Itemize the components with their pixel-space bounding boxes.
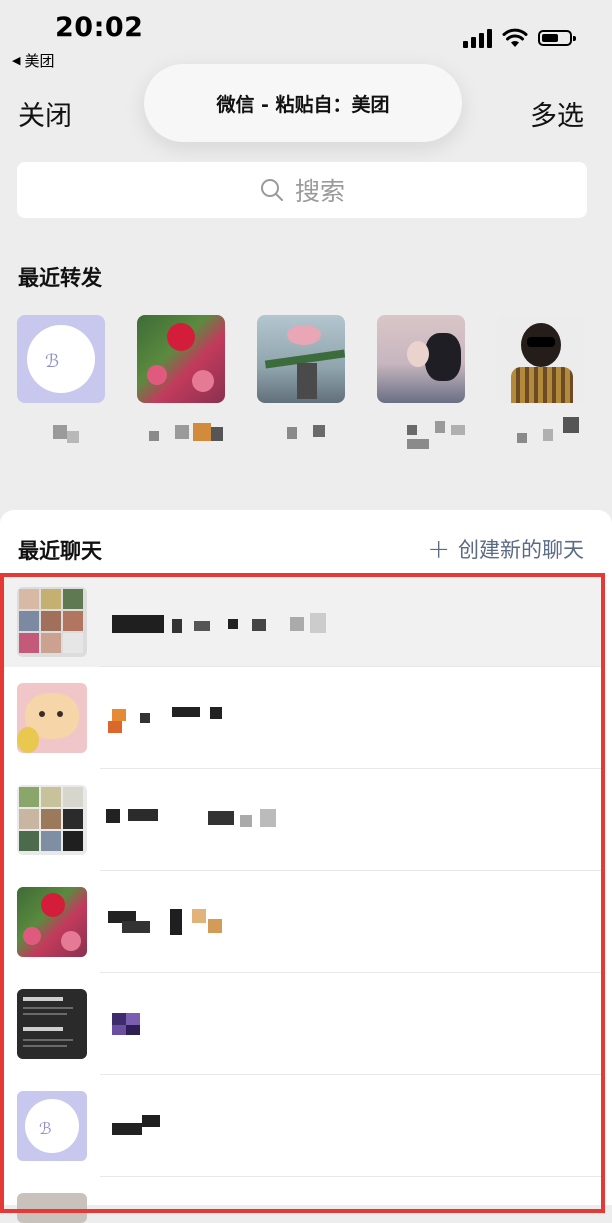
search-bar[interactable]: 搜索 <box>17 162 587 218</box>
create-new-chat-label: 创建新的聊天 <box>458 538 584 562</box>
avatar: ℬ <box>17 315 105 403</box>
avatar <box>17 785 87 855</box>
chat-row[interactable]: ℬ <box>4 1075 601 1177</box>
status-icons <box>463 28 576 48</box>
back-arrow-icon: ◀ <box>12 54 21 67</box>
avatar <box>17 683 87 753</box>
close-button[interactable]: 关闭 <box>18 94 72 133</box>
battery-level <box>542 34 558 42</box>
back-to-app-button[interactable]: ◀ 美团 <box>12 50 54 71</box>
avatar <box>17 587 87 657</box>
chat-row[interactable] <box>4 973 601 1075</box>
chat-row[interactable] <box>4 871 601 973</box>
recent-forward-item[interactable] <box>497 315 585 451</box>
avatar <box>17 887 87 957</box>
avatar <box>257 315 345 403</box>
chat-name-redacted <box>104 907 364 937</box>
paste-notice-banner: 微信 - 粘贴自：美团 <box>144 64 462 142</box>
chat-name-redacted <box>104 703 364 733</box>
avatar <box>17 1193 87 1223</box>
chat-row[interactable] <box>4 667 601 769</box>
search-icon <box>260 179 283 201</box>
chat-name-redacted <box>104 1009 364 1039</box>
contact-name-redacted <box>257 417 345 451</box>
multi-select-button[interactable]: 多选 <box>530 94 584 133</box>
avatar <box>377 315 465 403</box>
cellular-signal-icon <box>463 28 492 48</box>
create-new-chat-button[interactable]: + 创建新的聊天 <box>427 534 584 564</box>
recent-forward-item[interactable] <box>257 315 345 451</box>
contact-name-redacted <box>137 417 225 451</box>
chat-list: ℬ <box>4 577 601 1223</box>
avatar <box>17 989 87 1059</box>
status-time: 20:02 <box>55 12 144 43</box>
chat-name-redacted <box>104 607 364 637</box>
battery-icon <box>538 30 576 46</box>
chat-row[interactable] <box>4 769 601 871</box>
avatar: ℬ <box>17 1091 87 1161</box>
chat-name-redacted <box>104 1111 364 1141</box>
recent-chats-title: 最近聊天 <box>18 539 102 563</box>
chat-row[interactable] <box>4 577 601 667</box>
chat-name-redacted <box>104 805 364 835</box>
contact-name-redacted <box>497 417 585 451</box>
contact-name-redacted <box>377 417 465 451</box>
search-placeholder: 搜索 <box>294 177 345 206</box>
contact-name-redacted <box>17 417 105 451</box>
chat-row[interactable] <box>4 1177 601 1223</box>
recent-forward-item[interactable] <box>137 315 225 451</box>
recent-forward-item[interactable] <box>377 315 465 451</box>
back-app-label: 美团 <box>24 52 55 70</box>
recent-forward-list: ℬ <box>17 315 612 475</box>
avatar <box>137 315 225 403</box>
plus-icon: + <box>427 533 450 565</box>
recent-forward-item[interactable]: ℬ <box>17 315 105 451</box>
recent-forward-title: 最近转发 <box>18 266 102 290</box>
wifi-icon <box>502 28 528 47</box>
avatar <box>497 315 585 403</box>
